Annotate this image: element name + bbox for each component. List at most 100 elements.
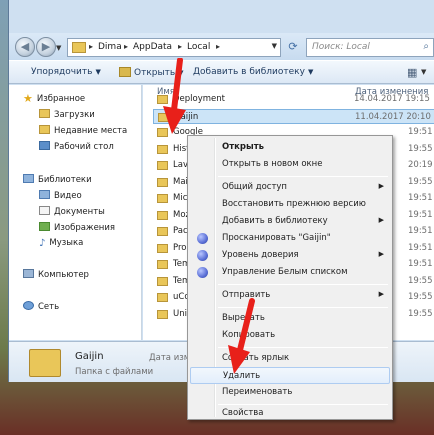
command-bar: Упорядочить ▼ Открыть ▼ Добавить в библиот… xyxy=(9,60,434,84)
folder-icon xyxy=(157,309,168,319)
menu-item-whitelist[interactable]: Управление Белым списком xyxy=(190,264,390,281)
submenu-arrow-icon: ▶ xyxy=(378,182,384,190)
libraries-icon xyxy=(23,174,34,183)
breadcrumb-local[interactable]: Local xyxy=(187,42,210,52)
submenu-arrow-icon: ▶ xyxy=(378,250,384,258)
file-date: 11.04.2017 20:10 xyxy=(355,111,431,122)
antivirus-icon xyxy=(197,267,208,278)
file-date: 19:55 xyxy=(408,143,433,154)
music-note-icon: ♪ xyxy=(39,238,46,249)
breadcrumb-appdata[interactable]: AppData xyxy=(133,42,172,52)
sidebar-item-music[interactable]: ♪ Музыка xyxy=(39,238,83,252)
refresh-button[interactable]: ⟳ xyxy=(285,40,301,56)
star-icon: ★ xyxy=(23,92,33,105)
sidebar-item-network[interactable]: Сеть xyxy=(23,301,59,315)
file-date: 20:19 xyxy=(408,160,433,170)
folder-icon xyxy=(119,67,131,77)
folder-icon xyxy=(157,276,168,286)
desktop-icon xyxy=(39,141,50,150)
search-icon[interactable]: ⌕ xyxy=(423,41,429,52)
folder-icon xyxy=(157,194,168,203)
file-date: 19:51 xyxy=(408,242,433,253)
navigation-pane: ★ Избранное Загрузки Недавние места Рабоч… xyxy=(9,85,142,340)
file-date: 19:51 xyxy=(408,209,433,220)
folder-icon xyxy=(157,243,168,253)
file-date: 19:55 xyxy=(408,275,433,286)
network-icon xyxy=(23,301,34,310)
file-date: 19:51 xyxy=(408,226,433,236)
sidebar-item-computer[interactable]: Компьютер xyxy=(23,269,89,283)
breadcrumb-chevron-icon[interactable]: ▸ xyxy=(178,42,182,51)
breadcrumb-chevron-icon[interactable]: ▸ xyxy=(124,42,128,51)
sidebar-item-recent[interactable]: Недавние места xyxy=(39,125,127,139)
breadcrumb-chevron-icon[interactable]: ▸ xyxy=(89,42,93,51)
sidebar-item-libraries[interactable]: Библиотеки xyxy=(23,174,92,188)
menu-item-share[interactable]: Общий доступ ▶ xyxy=(190,179,390,196)
file-date: 14.04.2017 19:15 xyxy=(354,94,430,104)
file-date: 19:51 xyxy=(408,259,433,269)
red-arrow-to-gaijin xyxy=(163,58,186,134)
folder-icon xyxy=(157,144,168,154)
recent-pages-dropdown-icon[interactable]: ▼ xyxy=(56,44,61,52)
red-arrow-to-delete xyxy=(228,298,255,374)
menu-item-open[interactable]: Открыть xyxy=(190,139,390,156)
add-to-library-button[interactable]: Добавить в библиотеку ▼ xyxy=(193,67,313,77)
file-date: 19:55 xyxy=(408,176,433,187)
sidebar-item-downloads[interactable]: Загрузки xyxy=(39,109,95,123)
chevron-down-icon: ▼ xyxy=(95,68,101,76)
file-row[interactable]: Deployment 14.04.2017 19:15 xyxy=(153,92,434,107)
sidebar-item-documents[interactable]: Документы xyxy=(39,206,105,220)
sidebar-item-video[interactable]: Видео xyxy=(39,190,82,204)
sidebar-item-images[interactable]: Изображения xyxy=(39,222,115,236)
recent-places-icon xyxy=(39,125,50,134)
details-item-name: Gaijin xyxy=(75,351,104,362)
submenu-arrow-icon: ▶ xyxy=(378,290,384,298)
images-library-icon xyxy=(39,222,50,231)
view-options-icon[interactable]: ▦ xyxy=(407,66,417,79)
folder-icon xyxy=(157,260,168,269)
address-dropdown-icon[interactable]: ▼ xyxy=(272,42,277,50)
folder-icon xyxy=(157,227,168,236)
chevron-down-icon[interactable]: ▼ xyxy=(421,68,426,76)
menu-separator xyxy=(218,284,388,285)
organize-button[interactable]: Упорядочить ▼ xyxy=(31,67,101,77)
folder-icon xyxy=(157,210,168,220)
documents-library-icon xyxy=(39,206,50,215)
file-date: 19:51 xyxy=(408,193,433,203)
file-date: 19:55 xyxy=(408,292,433,302)
menu-item-properties[interactable]: Свойства xyxy=(190,405,390,422)
menu-item-scan[interactable]: Просканировать "Gaijin" xyxy=(190,230,390,247)
antivirus-icon xyxy=(197,233,208,244)
folder-icon xyxy=(157,161,168,170)
back-button[interactable]: ◀ xyxy=(15,37,35,57)
menu-item-add-to-library[interactable]: Добавить в библиотеку ▶ xyxy=(190,213,390,230)
submenu-arrow-icon: ▶ xyxy=(378,216,384,224)
folder-icon xyxy=(157,293,168,302)
context-menu: Открыть Открыть в новом окне Общий досту… xyxy=(187,135,393,420)
file-row[interactable]: Gaijin 11.04.2017 20:10 xyxy=(153,108,434,124)
forward-button[interactable]: ▶ xyxy=(36,37,56,57)
menu-separator xyxy=(218,176,388,177)
folder-icon xyxy=(29,349,61,377)
antivirus-icon xyxy=(197,250,208,261)
address-row: ◀ ▶ ▼ ▸ Dima ▸ AppData ▸ Local ▸ ▼ ⟳ Пои… xyxy=(9,33,434,60)
folder-icon xyxy=(72,42,86,53)
menu-item-rename[interactable]: Переименовать xyxy=(190,384,390,401)
menu-item-open-new-window[interactable]: Открыть в новом окне xyxy=(190,156,390,173)
computer-icon xyxy=(23,269,34,278)
search-placeholder: Поиск: Local xyxy=(312,42,370,52)
breadcrumb-dima[interactable]: Dima xyxy=(98,42,122,52)
chevron-down-icon: ▼ xyxy=(307,68,314,76)
sidebar-item-desktop[interactable]: Рабочий стол xyxy=(39,141,114,155)
address-bar[interactable]: ▸ Dima ▸ AppData ▸ Local ▸ ▼ xyxy=(67,38,281,57)
breadcrumb-chevron-icon[interactable]: ▸ xyxy=(216,42,220,51)
file-date: 19:51 xyxy=(408,127,433,137)
sidebar-item-favorites[interactable]: ★ Избранное xyxy=(23,92,85,106)
video-library-icon xyxy=(39,190,50,199)
menu-item-trust-level[interactable]: Уровень доверия ▶ xyxy=(190,247,390,264)
file-date: 19:55 xyxy=(408,308,433,319)
search-input[interactable]: Поиск: Local ⌕ xyxy=(306,38,434,57)
downloads-folder-icon xyxy=(39,109,50,118)
details-item-type: Папка с файлами xyxy=(75,367,154,377)
menu-item-restore-previous[interactable]: Восстановить прежнюю версию xyxy=(190,196,390,213)
